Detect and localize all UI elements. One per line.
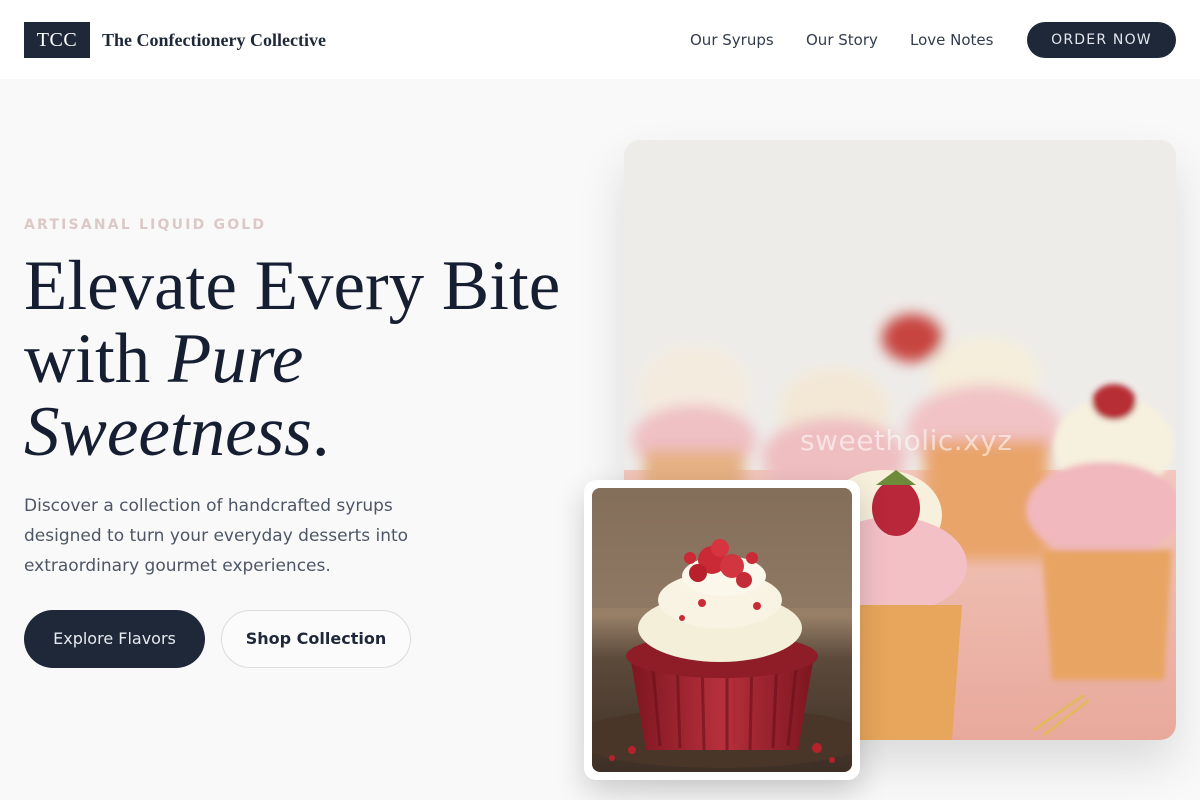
headline-pure: Pure <box>167 320 304 398</box>
headline-with: with <box>24 320 168 398</box>
brand-name[interactable]: The Confectionery Collective <box>102 29 326 51</box>
explore-flavors-button[interactable]: Explore Flavors <box>24 610 205 668</box>
hero-eyebrow: ARTISANAL LIQUID GOLD <box>24 217 267 233</box>
headline-line-2: with Pure <box>24 323 604 396</box>
shop-collection-button[interactable]: Shop Collection <box>221 610 411 668</box>
image-watermark: sweetholic.xyz <box>800 424 1013 457</box>
order-now-button[interactable]: ORDER NOW <box>1027 22 1176 58</box>
headline-period: . <box>311 393 330 471</box>
headline-line-1: Elevate Every Bite <box>24 247 561 325</box>
nav-link-our-syrups[interactable]: Our Syrups <box>690 30 774 50</box>
logo-mark[interactable]: TCC <box>24 22 90 58</box>
red-velvet-cupcake-image <box>592 488 852 772</box>
top-navbar: TCC The Confectionery Collective Our Syr… <box>0 0 1200 79</box>
nav-link-love-notes[interactable]: Love Notes <box>910 30 993 50</box>
nav-link-our-story[interactable]: Our Story <box>806 30 878 50</box>
headline-sweetness: Sweetness <box>24 393 312 471</box>
red-velvet-illustration <box>592 488 852 772</box>
hero-headline: Elevate Every Bite with Pure Sweetness. <box>24 250 604 469</box>
hero-description: Discover a collection of handcrafted syr… <box>24 496 409 576</box>
headline-line-3: Sweetness. <box>24 396 604 469</box>
red-velvet-inset-card <box>584 480 860 780</box>
